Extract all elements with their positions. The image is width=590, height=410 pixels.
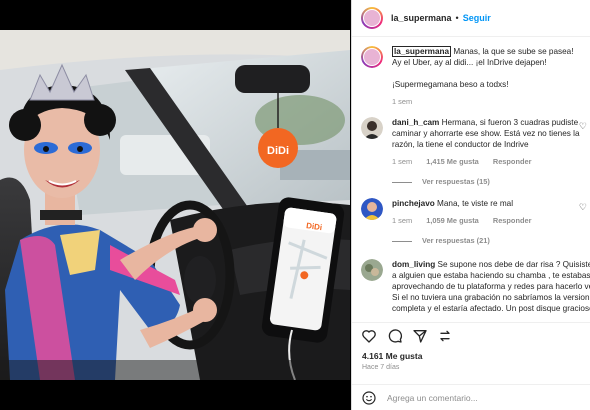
- caption-avatar[interactable]: [361, 46, 383, 68]
- comment-time[interactable]: 1 sem: [392, 157, 412, 166]
- caption-text: la_supermana Manas, la que se sube se pa…: [392, 46, 590, 107]
- comment-icon[interactable]: [387, 328, 403, 344]
- comment-avatar[interactable]: [361, 259, 383, 281]
- comment-text: dom_living Se supone nos debe de dar ris…: [392, 259, 590, 314]
- post-image: DiDi DiDi: [0, 30, 350, 380]
- follow-button[interactable]: Seguir: [463, 13, 491, 23]
- author-avatar[interactable]: [361, 7, 383, 29]
- heart-icon[interactable]: [361, 328, 377, 344]
- add-comment-input[interactable]: Agrega un comentario...: [387, 393, 478, 403]
- add-comment-bar: Agrega un comentario...: [352, 384, 590, 410]
- post-time-ago[interactable]: Hace 7 días: [362, 364, 399, 371]
- comment-username[interactable]: dani_h_cam: [392, 118, 439, 127]
- caption-line-3: ¡Supermegamana beso a todxs!: [392, 80, 509, 89]
- caption-line-2: Ay el Uber, ay al didi... ¡el InDrive de…: [392, 58, 547, 67]
- comment-username[interactable]: dom_living: [392, 260, 435, 269]
- comment-like-heart-icon[interactable]: ♡: [579, 121, 587, 132]
- repost-icon[interactable]: [437, 328, 453, 344]
- comment-likes[interactable]: 1,059 Me gusta: [426, 216, 479, 225]
- like-count[interactable]: 4.161 Me gusta: [362, 351, 422, 361]
- separator-dot: •: [455, 13, 459, 23]
- comment-likes[interactable]: 1,415 Me gusta: [426, 157, 479, 166]
- view-replies-button[interactable]: Ver respuestas (15): [392, 177, 490, 186]
- comment-text: dani_h_cam Hermana, si fueron 3 cuadras …: [392, 117, 590, 167]
- avatar-photo-icon: [361, 198, 383, 220]
- caption-line-1: Manas, la que se sube se pasea!: [451, 47, 574, 56]
- reply-button[interactable]: Responder: [493, 157, 532, 166]
- share-icon[interactable]: [412, 328, 428, 344]
- caption-username[interactable]: la_supermana: [392, 46, 452, 57]
- comment-avatar[interactable]: [361, 117, 383, 139]
- post-photo: DiDi DiDi: [0, 30, 350, 380]
- avatar-photo-icon: [361, 259, 383, 281]
- view-replies-button[interactable]: Ver respuestas (21): [392, 236, 490, 245]
- comment-text: pinchejavo Mana, te viste re mal 1 sem 1…: [392, 198, 590, 226]
- comment-username[interactable]: pinchejavo: [392, 199, 435, 208]
- rearview-mirror: [235, 65, 310, 93]
- post-panel: la_supermana • Seguir la_supermana Manas…: [351, 0, 590, 410]
- comment-like-heart-icon[interactable]: ♡: [579, 202, 587, 213]
- comments-list[interactable]: la_supermana Manas, la que se sube se pa…: [352, 38, 590, 320]
- post-header: la_supermana • Seguir: [352, 0, 590, 37]
- author-username[interactable]: la_supermana: [391, 13, 452, 23]
- action-bar: [352, 322, 590, 346]
- caption-time[interactable]: 1 sem: [392, 97, 412, 106]
- avatar-photo-icon: [361, 117, 383, 139]
- comment-time[interactable]: 1 sem: [392, 216, 412, 225]
- comment-avatar[interactable]: [361, 198, 383, 220]
- emoji-icon[interactable]: [361, 390, 377, 406]
- freshener-label: DiDi: [267, 145, 289, 157]
- comment-content: Mana, te viste re mal: [434, 199, 514, 208]
- reply-button[interactable]: Responder: [493, 216, 532, 225]
